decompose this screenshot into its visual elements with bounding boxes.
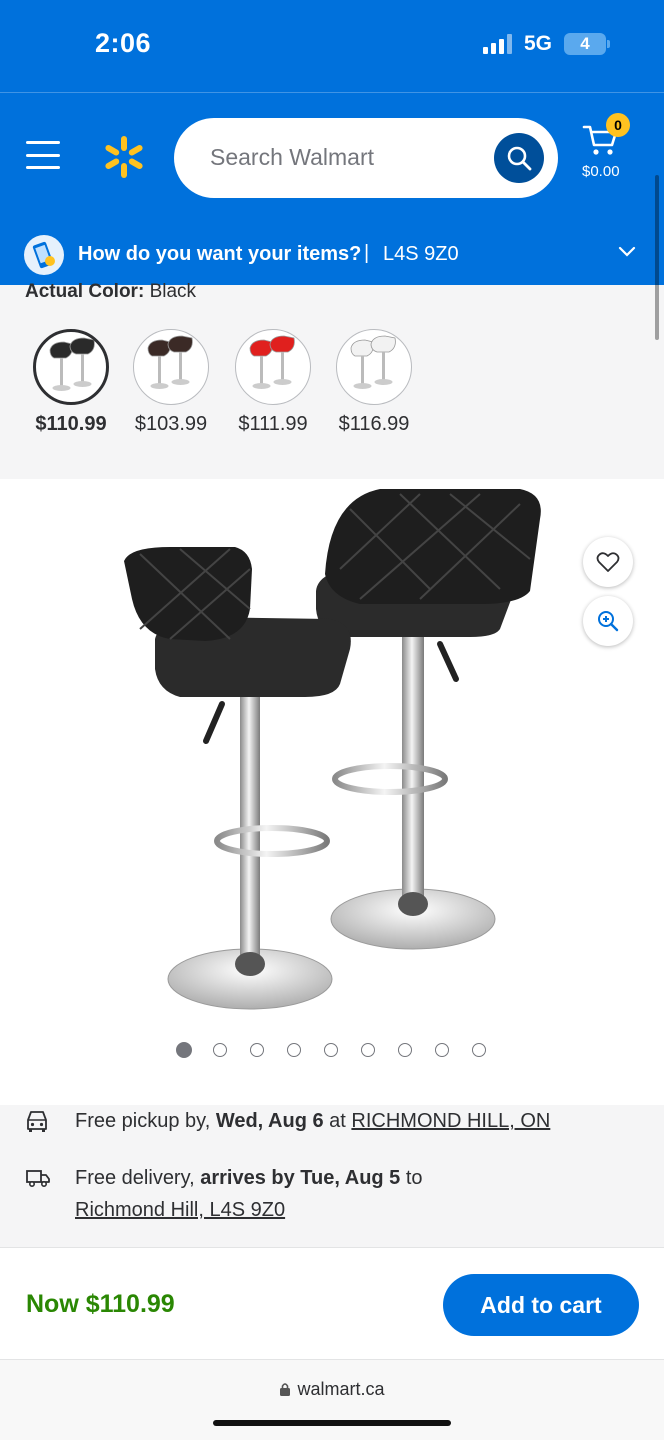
color-swatch-black[interactable] <box>33 329 109 405</box>
color-swatch-white[interactable] <box>336 329 412 405</box>
status-time: 2:06 <box>95 28 152 58</box>
signal-icon <box>482 34 512 54</box>
zoom-in-icon <box>598 611 619 632</box>
color-swatch-red[interactable] <box>235 329 311 405</box>
pickup-store-link[interactable]: RICHMOND HILL, ON <box>351 1110 550 1132</box>
cart-total: $0.00 <box>582 163 620 180</box>
carousel-dot[interactable] <box>250 1043 264 1057</box>
carousel-pagination <box>0 1042 664 1058</box>
carousel-dot[interactable] <box>176 1042 192 1058</box>
swatch-thumbnail <box>249 335 295 389</box>
swatch-thumbnail <box>49 337 95 391</box>
zoom-button[interactable] <box>583 596 633 646</box>
swatch-price: $110.99 <box>35 413 107 435</box>
carousel-dot[interactable] <box>472 1043 486 1057</box>
pickup-info: Free pickup by, Wed, Aug 6 at RICHMOND H… <box>75 1105 550 1137</box>
heart-icon <box>596 552 620 572</box>
url-text: walmart.ca <box>297 1379 385 1399</box>
hamburger-menu-icon[interactable] <box>26 141 60 169</box>
pickup-date: Wed, Aug 6 <box>215 1110 324 1132</box>
product-page: 2:06 5G 4 Search Walmart 0 $0.00 How do … <box>0 0 664 1440</box>
color-swatch-brown[interactable] <box>133 329 209 405</box>
pickup-prefix: Free pickup by, <box>75 1110 216 1132</box>
scrollbar-thumb[interactable] <box>655 175 659 340</box>
favorite-button[interactable] <box>583 537 633 587</box>
purchase-bar: Now $110.99 Add to cart <box>0 1247 664 1360</box>
swatch-price: $116.99 <box>338 413 410 435</box>
postal-code: L4S 9Z0 <box>383 243 459 265</box>
color-variant-picker: Actual Color: Black $110.99 $103.99 $111.9… <box>0 281 664 479</box>
walmart-spark-logo[interactable] <box>100 133 148 181</box>
delivery-truck-icon <box>26 1170 50 1188</box>
color-value: Black <box>149 281 197 302</box>
network-label: 5G <box>523 32 552 55</box>
battery-icon: 4 <box>564 33 610 55</box>
carousel-dot[interactable] <box>398 1043 412 1057</box>
carousel-dot[interactable] <box>361 1043 375 1057</box>
lock-icon <box>280 1383 291 1396</box>
search-input[interactable]: Search Walmart <box>174 118 558 198</box>
actual-color-label: Actual Color: Black <box>25 281 196 303</box>
home-indicator[interactable] <box>213 1420 451 1426</box>
phone-bag-icon <box>24 235 64 275</box>
pickup-car-icon <box>27 1111 47 1132</box>
product-image-carousel[interactable] <box>0 479 664 1105</box>
pickup-at: at <box>323 1110 352 1132</box>
delivery-info: Free delivery, arrives by Tue, Aug 5 to … <box>75 1162 423 1226</box>
site-header: Search Walmart 0 $0.00 <box>0 92 664 222</box>
swatch-thumbnail <box>147 335 193 389</box>
delivery-prefix: Free delivery, <box>75 1167 201 1189</box>
search-placeholder: Search Walmart <box>210 144 375 170</box>
carousel-dot[interactable] <box>213 1043 227 1057</box>
delivery-date: arrives by Tue, Aug 5 <box>200 1167 401 1189</box>
fulfillment-prompt: How do you want your items? <box>78 243 362 265</box>
chevron-down-icon <box>618 246 636 257</box>
add-to-cart-button[interactable]: Add to cart <box>443 1274 639 1336</box>
carousel-dot[interactable] <box>435 1043 449 1057</box>
status-indicators: 5G 4 <box>482 32 610 56</box>
product-image <box>124 489 541 1010</box>
delivery-location-link[interactable]: Richmond Hill, L4S 9Z0 <box>75 1199 285 1221</box>
swatch-price: $111.99 <box>238 413 308 435</box>
status-bar: 2:06 5G 4 <box>0 0 664 92</box>
search-button[interactable] <box>494 133 544 183</box>
now-price: Now $110.99 <box>26 1290 175 1318</box>
banner-divider: | <box>364 242 370 264</box>
delivery-to: to <box>400 1167 423 1189</box>
carousel-dot[interactable] <box>287 1043 301 1057</box>
swatch-price: $103.99 <box>134 413 208 435</box>
url-display: walmart.ca <box>0 1379 664 1400</box>
fulfillment-selector[interactable]: How do you want your items? | L4S 9Z0 <box>0 222 664 285</box>
color-label: Actual Color: <box>25 281 145 302</box>
carousel-dot[interactable] <box>324 1043 338 1057</box>
cart-count-badge: 0 <box>606 113 630 137</box>
cart-button[interactable]: 0 $0.00 <box>580 113 640 185</box>
fulfillment-options: Free pickup by, Wed, Aug 6 at RICHMOND H… <box>0 1105 664 1247</box>
search-icon <box>507 146 532 171</box>
browser-url-bar[interactable]: walmart.ca <box>0 1360 664 1440</box>
swatch-thumbnail <box>350 335 396 389</box>
